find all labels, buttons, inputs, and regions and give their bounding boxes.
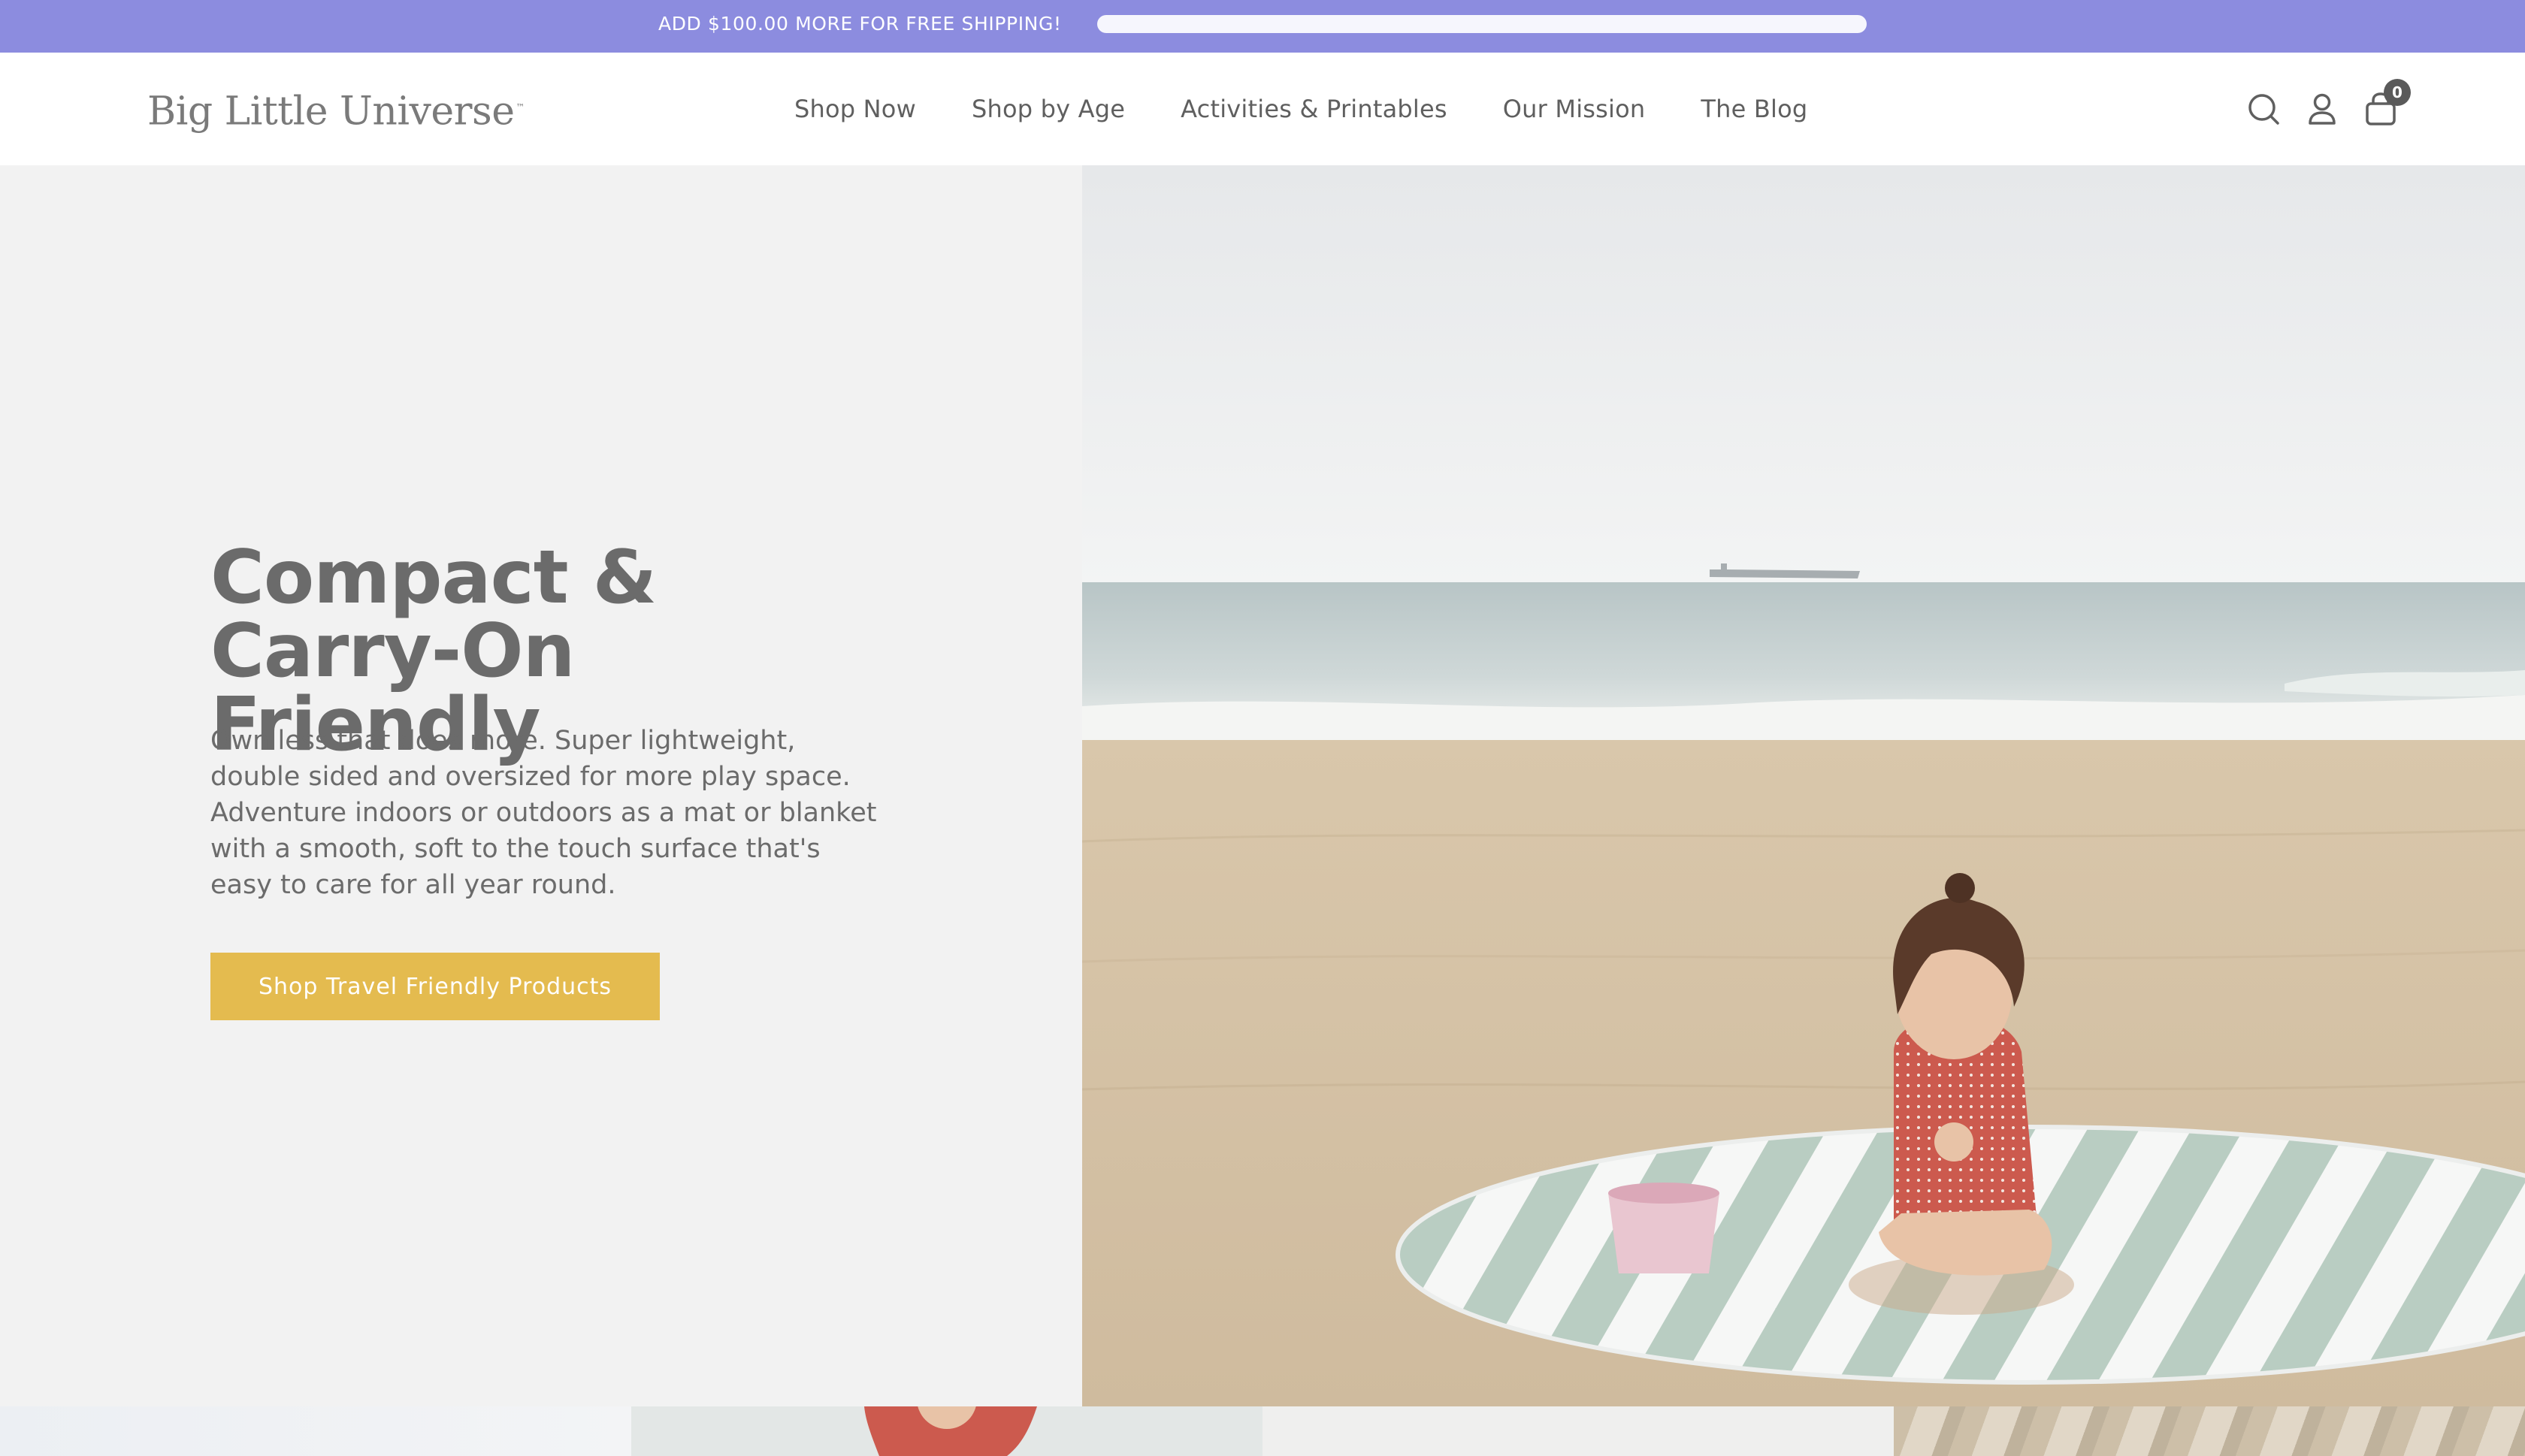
- hero-description: Own less that does more. Super lightweig…: [210, 726, 877, 900]
- search-button[interactable]: [2247, 92, 2280, 125]
- free-shipping-progress-bar: [1097, 15, 1867, 33]
- category-tile-4[interactable]: [1894, 1406, 2525, 1456]
- header-icons: 0: [2247, 53, 2411, 165]
- beach-scene-illustration: [1082, 165, 2525, 1406]
- nav-item-activities-printables[interactable]: Activities & Printables: [1153, 95, 1475, 123]
- logo-text: Big Little Universe: [147, 89, 515, 134]
- shop-travel-friendly-button[interactable]: Shop Travel Friendly Products: [210, 953, 660, 1020]
- logo-trademark: ™: [516, 102, 525, 113]
- category-tiles-strip: [0, 1406, 2525, 1456]
- category-tile-3[interactable]: [1262, 1406, 1894, 1456]
- announcement-bar: ADD $100.00 MORE FOR FREE SHIPPING!: [0, 0, 2525, 53]
- site-header: Big Little Universe ™ Shop Now Shop by Ag…: [0, 53, 2525, 165]
- hero-text-panel: Compact & Carry-On Friendly Own less tha…: [0, 165, 1082, 1406]
- site-logo[interactable]: Big Little Universe ™: [147, 81, 525, 134]
- cart-count-badge: 0: [2384, 79, 2411, 106]
- nav-item-the-blog[interactable]: The Blog: [1673, 95, 1835, 123]
- free-shipping-message: ADD $100.00 MORE FOR FREE SHIPPING!: [658, 13, 1062, 35]
- category-tile-1[interactable]: [0, 1406, 631, 1456]
- nav-item-shop-now[interactable]: Shop Now: [767, 95, 944, 123]
- nav-item-our-mission[interactable]: Our Mission: [1475, 95, 1674, 123]
- nav-item-shop-by-age[interactable]: Shop by Age: [944, 95, 1153, 123]
- tile-2-image: [631, 1406, 1262, 1456]
- main-nav: Shop Now Shop by Age Activities & Printa…: [767, 53, 1835, 165]
- cart-button[interactable]: 0: [2364, 79, 2411, 125]
- account-icon: [2309, 93, 2336, 125]
- account-button[interactable]: [2306, 92, 2339, 125]
- search-icon: [2248, 94, 2279, 125]
- category-tile-2[interactable]: [631, 1406, 1262, 1456]
- hero-image: [1082, 165, 2525, 1406]
